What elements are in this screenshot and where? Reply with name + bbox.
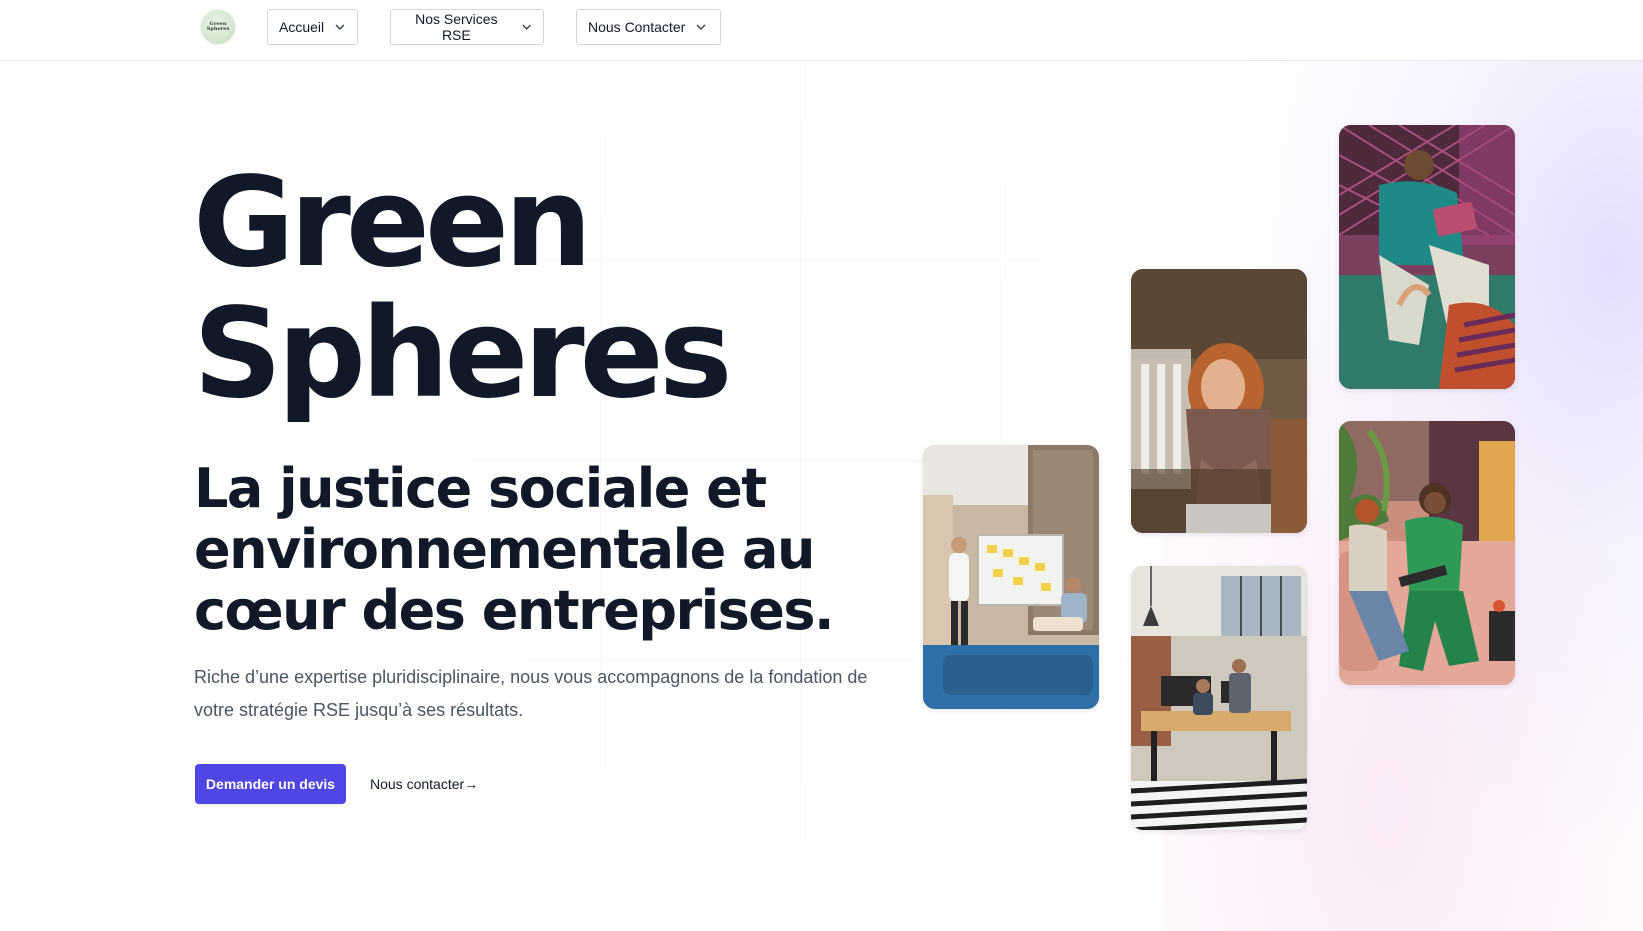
chevron-down-icon xyxy=(335,24,345,30)
photo-image xyxy=(1339,421,1515,685)
nav-accueil-dropdown[interactable]: Accueil xyxy=(267,9,358,45)
hero-title-line2: Spheres xyxy=(193,282,733,426)
photo-women-couch xyxy=(1339,421,1515,685)
nav-services-label: Nos Services RSE xyxy=(415,11,498,43)
hero-description: Riche d’une expertise pluridisciplinaire… xyxy=(194,667,868,720)
top-navbar: Green Spheres Accueil Nos Services RSE N… xyxy=(0,0,1643,61)
nav-services-dropdown[interactable]: Nos Services RSE xyxy=(390,9,544,45)
photo-open-office xyxy=(1131,566,1307,830)
hero-subtitle: La justice sociale et environnementale a… xyxy=(194,457,835,642)
chevron-down-icon xyxy=(696,24,706,30)
page: Green Spheres Accueil Nos Services RSE N… xyxy=(0,0,1643,931)
hero-title-line1: Green xyxy=(193,151,592,295)
logo-text-line2: Spheres xyxy=(206,26,230,32)
hero-title: Green Spheres xyxy=(193,158,893,420)
photo-man-tablet xyxy=(1339,125,1515,389)
contact-link[interactable]: Nous contacter→ xyxy=(370,773,478,795)
photo-image xyxy=(1131,566,1307,830)
nav-contact-dropdown[interactable]: Nous Contacter xyxy=(576,9,721,45)
nav-accueil-label: Accueil xyxy=(279,19,325,35)
photo-image xyxy=(1339,125,1515,389)
brand-logo[interactable]: Green Spheres xyxy=(200,9,236,45)
photo-team-whiteboard-meeting xyxy=(923,445,1099,709)
chevron-down-icon xyxy=(522,24,531,30)
photo-image xyxy=(923,445,1099,709)
photo-woman-laptop xyxy=(1131,269,1307,533)
request-quote-button[interactable]: Demander un devis xyxy=(195,764,346,804)
nav-contact-label: Nous Contacter xyxy=(588,19,686,35)
photo-image xyxy=(1131,269,1307,533)
